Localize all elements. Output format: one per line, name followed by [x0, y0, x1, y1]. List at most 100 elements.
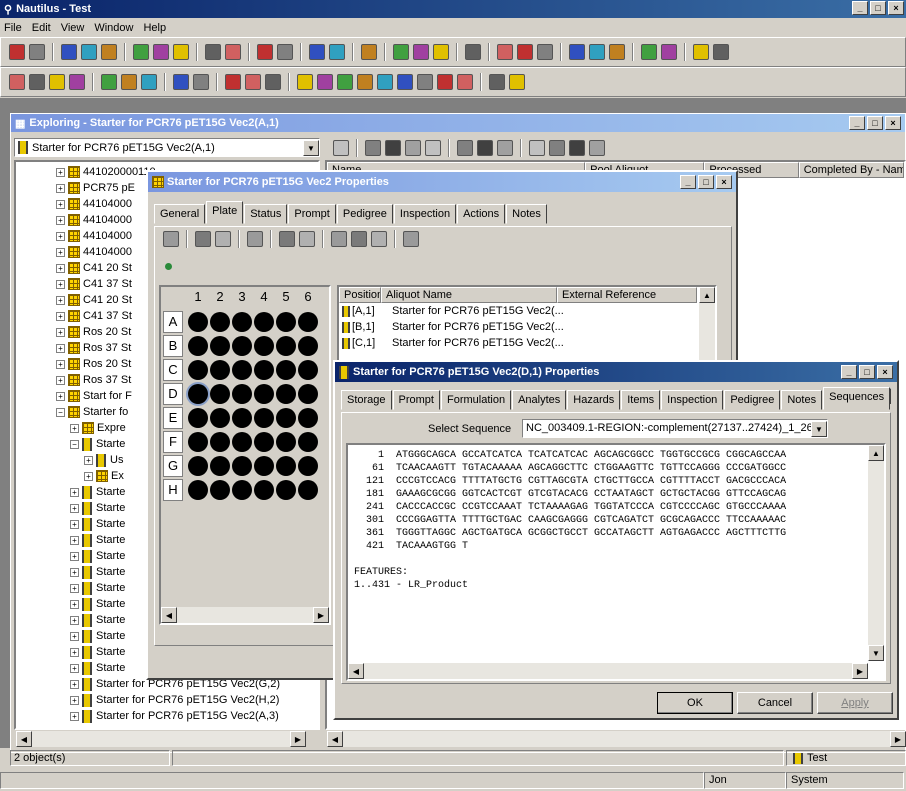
seq-scroll-left-icon[interactable]: ◀ [348, 663, 364, 679]
plate-well-B5[interactable] [276, 336, 296, 356]
tab-analytes[interactable]: Analytes [512, 390, 567, 410]
plate-well-E2[interactable] [210, 408, 230, 428]
expand-icon[interactable]: + [56, 247, 65, 257]
expand-icon[interactable]: + [70, 551, 79, 561]
tb1-tool-icon[interactable] [205, 44, 221, 60]
menu-item-view[interactable]: View [61, 19, 85, 37]
plate-well-D6[interactable] [298, 384, 318, 404]
tb3-tool-icon[interactable] [589, 140, 605, 156]
tb1-tool-icon[interactable] [81, 44, 97, 60]
tb1-tool-icon[interactable] [225, 44, 241, 60]
tree-item[interactable]: + Starter for PCR76 pET15G Vec2(H,2) [56, 692, 318, 708]
menu-item-file[interactable]: File [4, 19, 22, 37]
tb1-tool-icon[interactable] [329, 44, 345, 60]
plate-well-G3[interactable] [232, 456, 252, 476]
tb1-tool-icon[interactable] [133, 44, 149, 60]
plate-well-F2[interactable] [210, 432, 230, 452]
plate-well-E1[interactable] [188, 408, 208, 428]
tb1-tool-icon[interactable] [413, 44, 429, 60]
expand-icon[interactable]: + [70, 695, 79, 705]
tb2-tool-icon[interactable] [49, 74, 65, 90]
plate-well-D2[interactable] [210, 384, 230, 404]
tb4-tool-icon[interactable] [403, 231, 419, 247]
plate-well-G4[interactable] [254, 456, 274, 476]
tb4-tool-icon[interactable] [331, 231, 347, 247]
plate-well-G1[interactable] [188, 456, 208, 476]
aliquot-list[interactable]: Position Aliquot Name External Reference… [337, 285, 717, 365]
tb1-tool-icon[interactable] [569, 44, 585, 60]
explorer-minimize-button[interactable]: _ [849, 116, 865, 130]
expand-icon[interactable]: + [56, 391, 65, 401]
col-position[interactable]: Position [339, 287, 381, 303]
aliquot-row[interactable]: [A,1] Starter for PCR76 pET15G Vec2(... [339, 303, 715, 319]
plate-well-H6[interactable] [298, 480, 318, 500]
tab-inspection[interactable]: Inspection [393, 204, 457, 224]
plate-well-F3[interactable] [232, 432, 252, 452]
list-scroll-right-icon[interactable]: ▶ [890, 731, 906, 747]
apply-button[interactable]: Apply [817, 692, 893, 714]
seq-scroll-down-icon[interactable]: ▼ [868, 645, 884, 661]
plate-grid[interactable]: 123456 ABCDEFGH ◀ ▶ [159, 285, 331, 625]
tb2-tool-icon[interactable] [29, 74, 45, 90]
expand-icon[interactable]: + [56, 343, 65, 353]
tb2-tool-icon[interactable] [225, 74, 241, 90]
seq-scroll-up-icon[interactable]: ▲ [868, 445, 884, 461]
plate-well-C2[interactable] [210, 360, 230, 380]
tb2-tool-icon[interactable] [297, 74, 313, 90]
tb1-tool-icon[interactable] [497, 44, 513, 60]
tb2-tool-icon[interactable] [317, 74, 333, 90]
tab-prompt[interactable]: Prompt [392, 390, 440, 410]
ok-button[interactable]: OK [657, 692, 733, 714]
plate-well-H4[interactable] [254, 480, 274, 500]
tab-status[interactable]: Status [244, 204, 288, 224]
tab-notes[interactable]: Notes [506, 204, 547, 224]
tb1-tool-icon[interactable] [173, 44, 189, 60]
menu-item-edit[interactable]: Edit [32, 19, 51, 37]
tb4-tool-icon[interactable] [247, 231, 263, 247]
plate-well-D5[interactable] [276, 384, 296, 404]
plate-well-C6[interactable] [298, 360, 318, 380]
tb4-tool-icon[interactable] [163, 231, 179, 247]
tb4-tool-icon[interactable] [299, 231, 315, 247]
plate-well-C4[interactable] [254, 360, 274, 380]
expand-icon[interactable]: + [70, 679, 79, 689]
plate-well-H5[interactable] [276, 480, 296, 500]
plate-well-A6[interactable] [298, 312, 318, 332]
plate-well-B2[interactable] [210, 336, 230, 356]
tree-item[interactable]: + Starter for PCR76 pET15G Vec2(A,3) [56, 708, 318, 724]
plate-well-F4[interactable] [254, 432, 274, 452]
tb3-tool-icon[interactable] [477, 140, 493, 156]
tb1-tool-icon[interactable] [29, 44, 45, 60]
plate-well-A5[interactable] [276, 312, 296, 332]
tb3-tool-icon[interactable] [333, 140, 349, 156]
explorer-location-combo[interactable]: Starter for PCR76 pET15G Vec2(A,1) ▼ [14, 138, 320, 157]
tb3-tool-icon[interactable] [529, 140, 545, 156]
tb1-tool-icon[interactable] [517, 44, 533, 60]
tb1-tool-icon[interactable] [153, 44, 169, 60]
expand-icon[interactable]: + [56, 183, 65, 193]
plate-well-C1[interactable] [188, 360, 208, 380]
explorer-maximize-button[interactable]: □ [867, 116, 883, 130]
menu-item-window[interactable]: Window [94, 19, 133, 37]
expand-icon[interactable]: + [56, 359, 65, 369]
expand-icon[interactable]: + [56, 311, 65, 321]
tb3-tool-icon[interactable] [457, 140, 473, 156]
menu-item-help[interactable]: Help [143, 19, 166, 37]
tb2-tool-icon[interactable] [457, 74, 473, 90]
plate-well-A1[interactable] [188, 312, 208, 332]
tb2-tool-icon[interactable] [193, 74, 209, 90]
tb2-tool-icon[interactable] [417, 74, 433, 90]
tb1-tool-icon[interactable] [277, 44, 293, 60]
plate-well-E3[interactable] [232, 408, 252, 428]
expand-icon[interactable]: + [70, 583, 79, 593]
minimize-button[interactable]: _ [852, 1, 868, 15]
tab-inspection[interactable]: Inspection [661, 390, 724, 410]
aliquot-row[interactable]: [B,1] Starter for PCR76 pET15G Vec2(... [339, 319, 715, 335]
tb1-tool-icon[interactable] [713, 44, 729, 60]
plate-scroll-left-icon[interactable]: ◀ [161, 607, 177, 623]
plate-well-B3[interactable] [232, 336, 252, 356]
tb2-tool-icon[interactable] [489, 74, 505, 90]
col-completed-by[interactable]: Completed By - Nam [798, 162, 904, 178]
plate-well-D1[interactable] [188, 384, 208, 404]
plate-well-D4[interactable] [254, 384, 274, 404]
